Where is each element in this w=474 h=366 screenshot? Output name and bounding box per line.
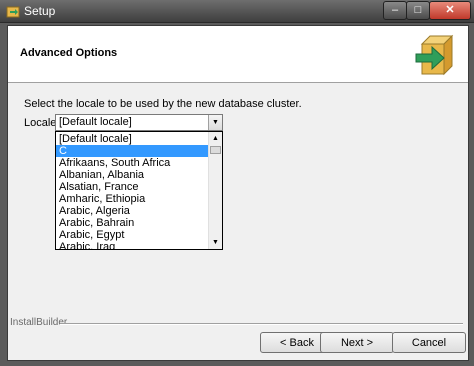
locale-select-value: [Default locale]: [59, 116, 132, 128]
minimize-icon: –: [391, 4, 399, 16]
title-bar[interactable]: Setup – □ ✕: [0, 0, 474, 23]
list-item[interactable]: Arabic, Bahrain: [56, 217, 208, 229]
list-item[interactable]: [Default locale]: [56, 133, 208, 145]
locale-prompt: Select the locale to be used by the new …: [24, 98, 302, 110]
list-item[interactable]: Arabic, Algeria: [56, 205, 208, 217]
scroll-down-button[interactable]: ▼: [209, 236, 222, 249]
chevron-down-icon: ▼: [212, 119, 219, 126]
dropdown-scrollbar[interactable]: ▲ ▼: [208, 132, 222, 249]
footer-divider: [60, 323, 463, 325]
chevron-up-icon: ▲: [212, 135, 219, 142]
scroll-thumb[interactable]: [210, 146, 221, 154]
dropdown-button[interactable]: ▼: [208, 115, 222, 130]
list-item[interactable]: Amharic, Ethiopia: [56, 193, 208, 205]
maximize-icon: □: [414, 4, 422, 16]
locale-select[interactable]: [Default locale] ▼: [55, 114, 223, 131]
setup-window: Setup – □ ✕ Advanced Options Select the …: [0, 0, 474, 366]
wizard-client-area: Advanced Options Select the locale to be…: [7, 25, 469, 361]
installer-box-arrow-icon: [415, 34, 454, 76]
app-icon: [6, 6, 20, 18]
wizard-header: Advanced Options: [8, 26, 468, 83]
scroll-up-button[interactable]: ▲: [209, 132, 222, 145]
maximize-button[interactable]: □: [406, 1, 430, 20]
minimize-button[interactable]: –: [383, 1, 407, 20]
page-title: Advanced Options: [20, 47, 118, 59]
next-button[interactable]: Next >: [320, 332, 394, 353]
window-title: Setup: [24, 4, 56, 18]
chevron-down-icon: ▼: [212, 239, 219, 246]
cancel-button[interactable]: Cancel: [392, 332, 466, 353]
close-button[interactable]: ✕: [429, 1, 471, 20]
locale-dropdown-list[interactable]: [Default locale] C Afrikaans, South Afri…: [55, 131, 223, 250]
list-item-selected[interactable]: C: [56, 145, 208, 157]
list-item[interactable]: Albanian, Albania: [56, 169, 208, 181]
list-item[interactable]: Alsatian, France: [56, 181, 208, 193]
locale-label: Locale: [24, 117, 57, 129]
installbuilder-brand: InstallBuilder: [10, 317, 68, 328]
list-item[interactable]: Arabic, Iraq: [56, 241, 208, 249]
close-icon: ✕: [445, 4, 455, 16]
list-item[interactable]: Arabic, Egypt: [56, 229, 208, 241]
list-item[interactable]: Afrikaans, South Africa: [56, 157, 208, 169]
